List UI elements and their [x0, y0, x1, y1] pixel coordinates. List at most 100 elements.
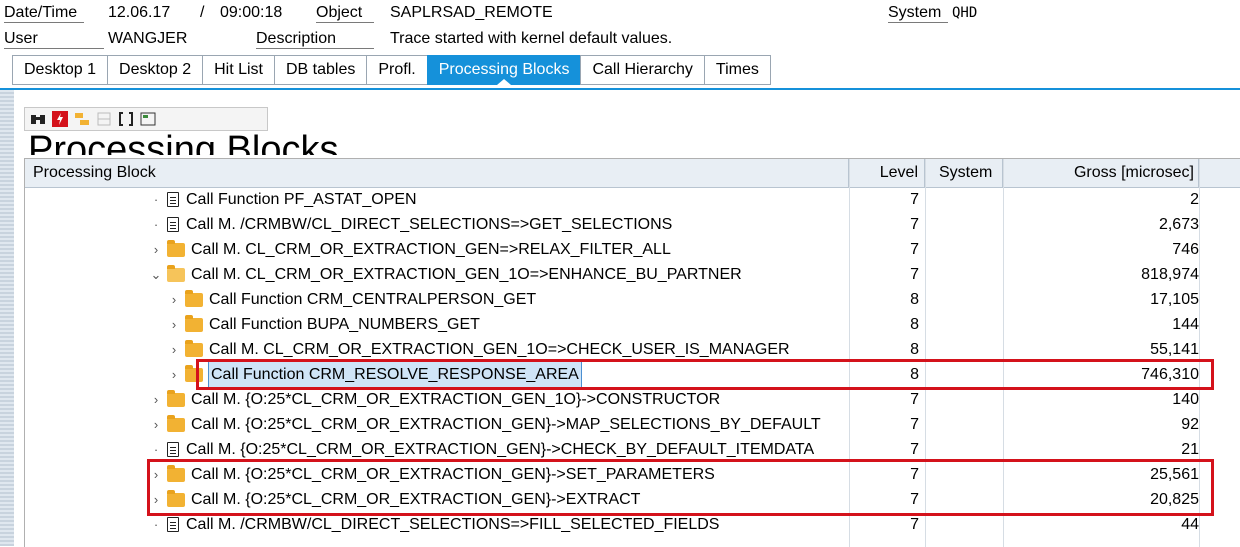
tree-cell: › Call M. {O:25*CL_CRM_OR_EXTRACTION_GEN_…: [149, 387, 720, 412]
collapse-node-icon[interactable]: ⌄: [149, 262, 163, 287]
table-row[interactable]: · Call M. {O:25*CL_CRM_OR_EXTRACTION_GEN}…: [25, 437, 1240, 462]
expand-node-icon[interactable]: ›: [167, 287, 181, 312]
expand-node-icon[interactable]: ›: [167, 362, 181, 387]
user-value: WANGJER: [108, 30, 188, 47]
level-cell: 7: [910, 266, 919, 283]
block-label: Call M. {O:25*CL_CRM_OR_EXTRACTION_GEN}-…: [191, 416, 821, 433]
gross-cell: 746,310: [1141, 366, 1199, 383]
folder-icon: [167, 489, 185, 507]
gross-cell: 144: [1172, 316, 1199, 333]
tab-desktop-1[interactable]: Desktop 1: [12, 55, 108, 85]
tab-db-tables[interactable]: DB tables: [274, 55, 367, 85]
folder-icon: [167, 414, 185, 432]
tree-cell: · Call Function PF_ASTAT_OPEN: [149, 187, 417, 212]
left-border: [0, 90, 14, 546]
level-cell: 7: [910, 416, 919, 433]
user-label: User: [4, 30, 104, 49]
block-label: Call M. CL_CRM_OR_EXTRACTION_GEN=>RELAX_…: [191, 241, 671, 258]
level-cell: 8: [910, 366, 919, 383]
table-row[interactable]: · Call M. /CRMBW/CL_DIRECT_SELECTIONS=>GE…: [25, 212, 1240, 237]
level-cell: 7: [910, 216, 919, 233]
folder-icon: [167, 239, 185, 257]
table-row[interactable]: › Call M. {O:25*CL_CRM_OR_EXTRACTION_GEN}…: [25, 487, 1240, 512]
tree-cell: ⌄ Call M. CL_CRM_OR_EXTRACTION_GEN_1O=>EN…: [149, 262, 742, 287]
tab-call-hierarchy[interactable]: Call Hierarchy: [580, 55, 704, 85]
table-row[interactable]: · Call Function PF_ASTAT_OPEN 7 2: [25, 187, 1240, 212]
table-row[interactable]: › Call M. {O:25*CL_CRM_OR_EXTRACTION_GEN}…: [25, 462, 1240, 487]
expand-node-icon[interactable]: ›: [149, 387, 163, 412]
tab-profl[interactable]: Profl.: [366, 55, 427, 85]
table-row[interactable]: › Call M. {O:25*CL_CRM_OR_EXTRACTION_GEN}…: [25, 412, 1240, 437]
level-cell: 8: [910, 316, 919, 333]
tab-times[interactable]: Times: [703, 55, 771, 85]
gross-cell: 140: [1172, 391, 1199, 408]
folder-icon: [185, 314, 203, 332]
description-value: Trace started with kernel default values…: [390, 30, 673, 47]
gross-cell: 92: [1181, 416, 1199, 433]
block-label: Call Function BUPA_NUMBERS_GET: [209, 316, 480, 333]
processing-blocks-table: Processing Block Level System Gross [mic…: [24, 158, 1240, 547]
col-gross[interactable]: Gross [microsec]: [1003, 159, 1199, 187]
expand-node-icon[interactable]: ›: [149, 487, 163, 512]
expand-node-icon[interactable]: ›: [149, 462, 163, 487]
datetime-label: Date/Time: [4, 4, 84, 23]
table-row[interactable]: › Call M. CL_CRM_OR_EXTRACTION_GEN_1O=>CH…: [25, 337, 1240, 362]
level-cell: 7: [910, 516, 919, 533]
bracket-icon[interactable]: [117, 111, 135, 127]
level-cell: 7: [910, 391, 919, 408]
leaf-node-icon: ·: [153, 517, 159, 532]
tree-cell: › Call M. {O:25*CL_CRM_OR_EXTRACTION_GEN}…: [149, 487, 640, 512]
object-label: Object: [316, 4, 374, 23]
flash-icon[interactable]: [51, 111, 69, 127]
tree-cell: · Call M. /CRMBW/CL_DIRECT_SELECTIONS=>GE…: [149, 212, 673, 237]
col-level[interactable]: Level: [849, 159, 925, 187]
leaf-node-icon: ·: [153, 192, 159, 207]
table-row[interactable]: › Call Function CRM_CENTRALPERSON_GET 8 17,…: [25, 287, 1240, 312]
block-label: Call Function PF_ASTAT_OPEN: [186, 191, 417, 208]
block-label: Call M. CL_CRM_OR_EXTRACTION_GEN_1O=>ENH…: [191, 266, 742, 283]
expand-node-icon[interactable]: ›: [149, 237, 163, 262]
table-row[interactable]: ⌄ Call M. CL_CRM_OR_EXTRACTION_GEN_1O=>EN…: [25, 262, 1240, 287]
table-row[interactable]: › Call M. {O:25*CL_CRM_OR_EXTRACTION_GEN_…: [25, 387, 1240, 412]
trace-time: 09:00:18: [220, 4, 283, 21]
folder-icon: [167, 464, 185, 482]
table-row[interactable]: › Call Function CRM_RESOLVE_RESPONSE_AREA…: [25, 361, 1240, 388]
layout-icon[interactable]: [139, 111, 157, 127]
table-row[interactable]: › Call M. CL_CRM_OR_EXTRACTION_GEN=>RELAX…: [25, 237, 1240, 262]
col-processing-block[interactable]: Processing Block: [25, 159, 849, 187]
expand-node-icon[interactable]: ›: [167, 312, 181, 337]
expand-icon[interactable]: [73, 111, 91, 127]
gross-cell: 746: [1172, 241, 1199, 258]
expand-node-icon[interactable]: ›: [167, 337, 181, 362]
level-cell: 8: [910, 291, 919, 308]
tab-processing-blocks[interactable]: Processing Blocks: [426, 55, 581, 85]
object-value: SAPLRSAD_REMOTE: [390, 4, 553, 21]
block-label: Call Function CRM_RESOLVE_RESPONSE_AREA: [208, 361, 582, 388]
document-icon: [167, 192, 179, 207]
tab-hit-list[interactable]: Hit List: [202, 55, 274, 85]
folder-icon: [185, 339, 203, 357]
block-label: Call M. {O:25*CL_CRM_OR_EXTRACTION_GEN}-…: [191, 466, 715, 483]
gross-cell: 818,974: [1141, 266, 1199, 283]
col-system[interactable]: System: [925, 159, 1003, 187]
tab-desktop-2[interactable]: Desktop 2: [107, 55, 203, 85]
folder-icon: [185, 364, 203, 382]
datetime-separator: /: [200, 4, 205, 21]
tree-cell: › Call Function CRM_RESOLVE_RESPONSE_AREA: [167, 361, 582, 388]
tab-strip: Desktop 1 Desktop 2 Hit List DB tables P…: [12, 55, 771, 85]
block-label: Call M. {O:25*CL_CRM_OR_EXTRACTION_GEN}-…: [186, 441, 815, 458]
system-value: QHD: [952, 5, 978, 21]
expand-node-icon[interactable]: ›: [149, 412, 163, 437]
level-cell: 7: [910, 441, 919, 458]
binoculars-icon[interactable]: [29, 111, 47, 127]
gross-cell: 17,105: [1150, 291, 1199, 308]
trace-date: 12.06.17: [108, 4, 171, 21]
table-row[interactable]: · Call M. /CRMBW/CL_DIRECT_SELECTIONS=>FI…: [25, 512, 1240, 537]
block-label: Call Function CRM_CENTRALPERSON_GET: [209, 291, 537, 308]
collapse-icon[interactable]: [95, 111, 113, 127]
tree-cell: › Call M. {O:25*CL_CRM_OR_EXTRACTION_GEN}…: [149, 412, 821, 437]
table-header: Processing Block Level System Gross [mic…: [25, 159, 1240, 188]
gross-cell: 2,673: [1158, 216, 1199, 233]
folder-open-icon: [167, 264, 185, 282]
table-row[interactable]: › Call Function BUPA_NUMBERS_GET 8 144: [25, 312, 1240, 337]
